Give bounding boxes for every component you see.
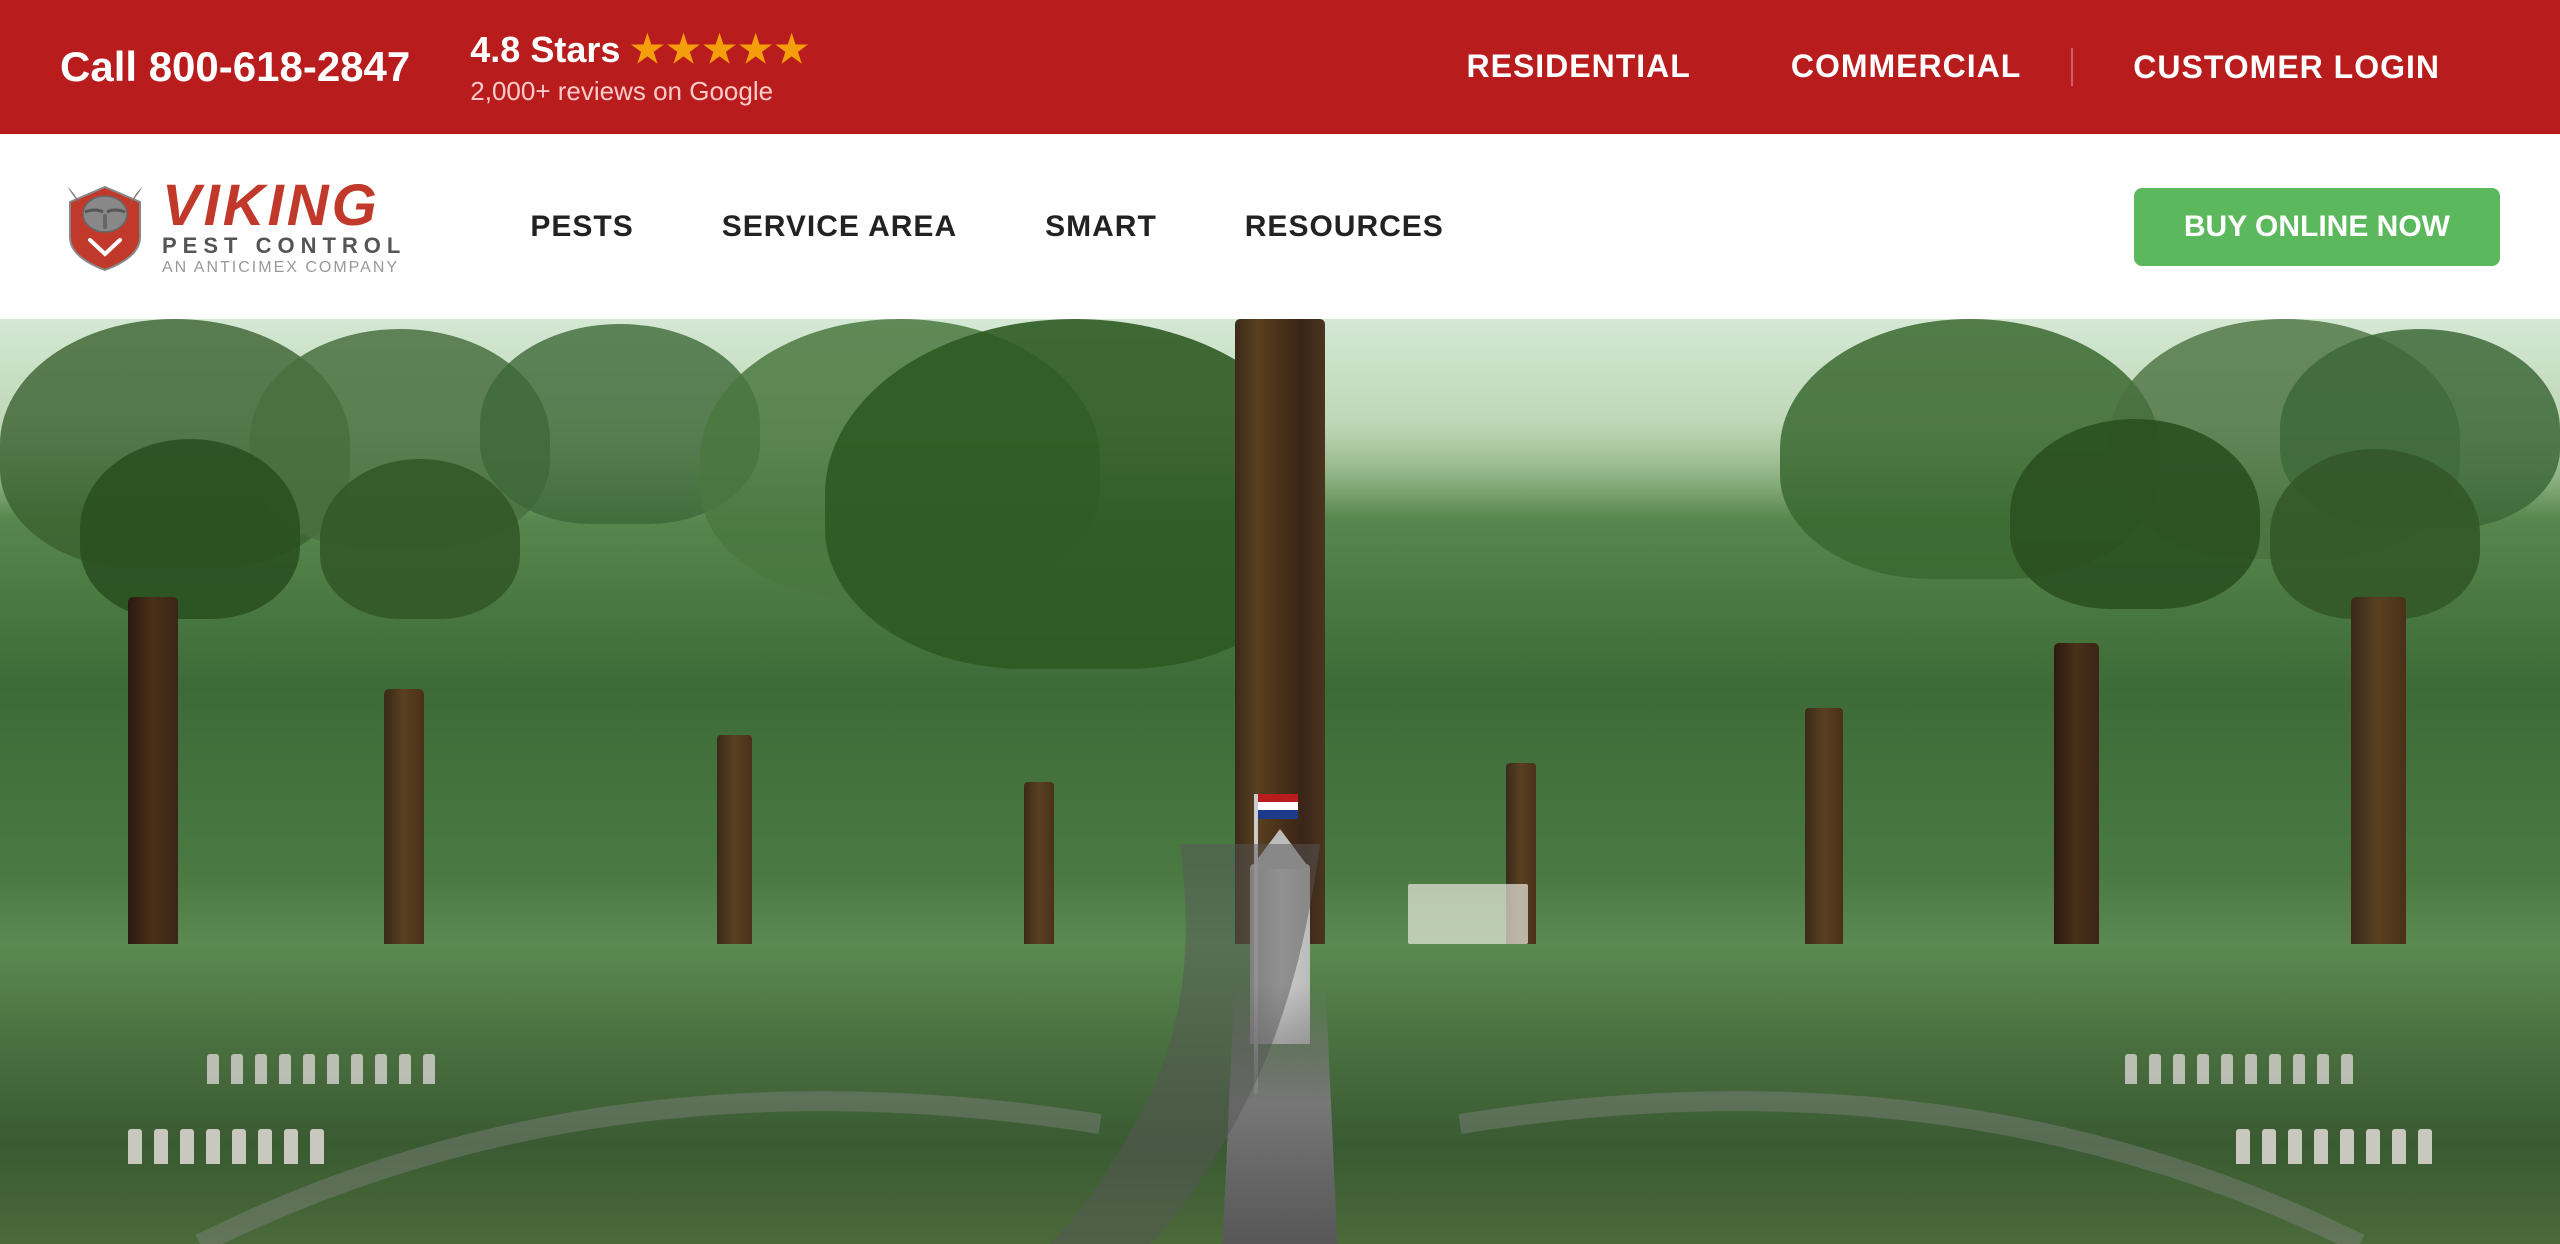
rating-stars: 4.8 Stars ★★★★★	[470, 27, 810, 72]
commercial-link[interactable]: COMMERCIAL	[1741, 48, 2071, 85]
flag-white-stripe	[1258, 802, 1298, 810]
logo-text-block: VIKING PEST CONTROL AN ANTICIMEX COMPANY	[162, 177, 406, 277]
tree-canopy-mid1	[80, 439, 300, 619]
rating-block: 4.8 Stars ★★★★★ 2,000+ reviews on Google	[470, 27, 810, 107]
hero-background	[0, 319, 2560, 1244]
resources-nav-link[interactable]: RESOURCES	[1201, 210, 1488, 244]
flag-red-stripe	[1258, 794, 1298, 802]
reviews-count: 2,000+ reviews on Google	[470, 76, 810, 107]
phone-number[interactable]: Call 800-618-2847	[60, 43, 410, 91]
top-bar: Call 800-618-2847 4.8 Stars ★★★★★ 2,000+…	[0, 0, 2560, 134]
buy-online-button[interactable]: BUY ONLINE NOW	[2134, 188, 2500, 266]
background-building	[1408, 884, 1528, 944]
service-area-nav-link[interactable]: SERVICE AREA	[678, 210, 1001, 244]
customer-login-link[interactable]: CUSTOMER LOGIN	[2071, 48, 2500, 86]
top-bar-left: Call 800-618-2847 4.8 Stars ★★★★★ 2,000+…	[60, 27, 1416, 107]
curved-path-svg	[0, 844, 2560, 1244]
logo-pest-control-text: PEST CONTROL	[162, 235, 406, 257]
tree-canopy-mid4	[2270, 449, 2480, 619]
main-nav-links: PESTS SERVICE AREA SMART RESOURCES	[486, 210, 2134, 244]
logo-viking-text: VIKING	[162, 177, 406, 235]
logo-icon	[60, 182, 150, 272]
flag	[1258, 794, 1298, 819]
flag-blue-stripe	[1258, 810, 1298, 819]
top-bar-nav: RESIDENTIAL COMMERCIAL CUSTOMER LOGIN	[1416, 48, 2500, 86]
logo-area: VIKING PEST CONTROL AN ANTICIMEX COMPANY	[60, 177, 406, 277]
smart-nav-link[interactable]: SMART	[1001, 210, 1201, 244]
stars-icon: ★★★★★	[630, 27, 810, 72]
hero-section	[0, 319, 2560, 1244]
tree-canopy-mid3	[2010, 419, 2260, 609]
residential-link[interactable]: RESIDENTIAL	[1416, 48, 1740, 85]
main-nav: VIKING PEST CONTROL AN ANTICIMEX COMPANY…	[0, 134, 2560, 319]
pests-nav-link[interactable]: PESTS	[486, 210, 677, 244]
tree-canopy-mid2	[320, 459, 520, 619]
rating-text: 4.8 Stars	[470, 29, 620, 71]
logo-anticimex-text: AN ANTICIMEX COMPANY	[162, 259, 406, 277]
